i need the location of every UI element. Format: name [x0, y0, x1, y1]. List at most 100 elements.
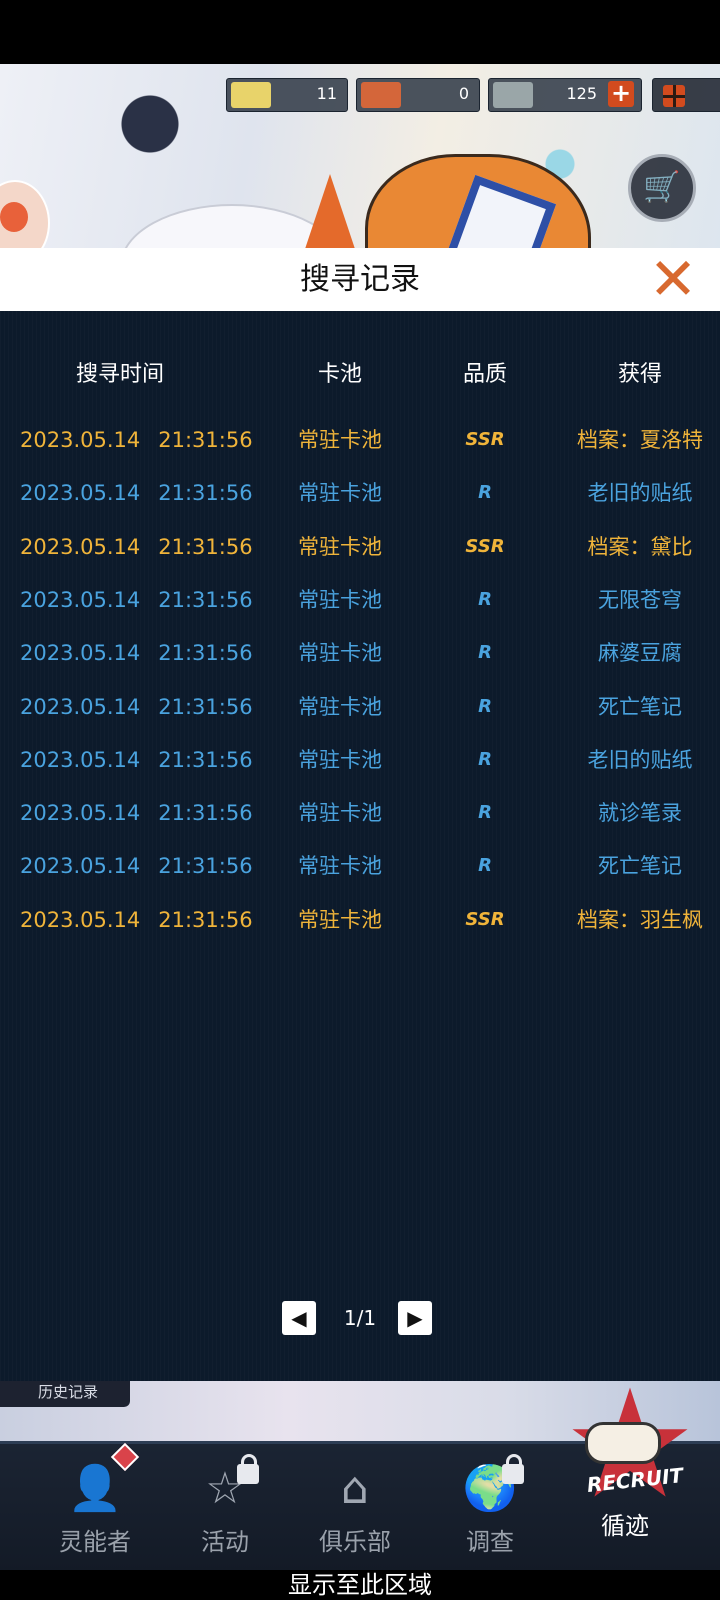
record-quality: R: [478, 749, 492, 770]
record-clock: 21:31:56: [158, 854, 253, 878]
record-quality: R: [478, 642, 492, 663]
record-time: 2023.05.14 21:31:56: [20, 473, 253, 513]
record-item: 档案：夏洛特: [577, 428, 703, 452]
record-quality: SSR: [465, 536, 505, 557]
table-row: 2023.05.14 21:31:56 常驻卡池 R 死亡笔记: [0, 687, 720, 727]
record-quality: R: [478, 482, 492, 503]
home-icon: ⌂: [341, 1463, 369, 1514]
dialog-title: 搜寻记录: [300, 262, 420, 297]
arrow-right-icon: ▶: [407, 1306, 423, 1330]
table-row: 2023.05.14 21:31:56 常驻卡池 SSR 档案：羽生枫: [0, 900, 720, 940]
close-button[interactable]: ✕: [645, 250, 701, 308]
record-clock: 21:31:56: [158, 428, 253, 452]
record-date: 2023.05.14: [20, 801, 141, 825]
table-row: 2023.05.14 21:31:56 常驻卡池 R 老旧的贴纸: [0, 740, 720, 780]
record-quality: R: [478, 855, 492, 876]
record-item: 老旧的贴纸: [587, 481, 693, 505]
traffic-cone-art: [300, 174, 360, 248]
table-row: 2023.05.14 21:31:56 常驻卡池 SSR 档案：黛比: [0, 527, 720, 567]
record-quality: R: [478, 696, 492, 717]
column-header-quality: 品质: [462, 362, 507, 387]
record-item: 档案：黛比: [587, 535, 693, 559]
nav-label: 循迹: [601, 1512, 649, 1540]
record-date: 2023.05.14: [20, 748, 141, 772]
record-clock: 21:31:56: [158, 908, 253, 932]
add-gems-button[interactable]: +: [608, 81, 634, 107]
record-pool: 常驻卡池: [298, 481, 382, 505]
record-clock: 21:31:56: [158, 481, 253, 505]
record-item: 无限苍穹: [598, 588, 682, 612]
next-page-button[interactable]: ▶: [398, 1301, 432, 1335]
close-icon: ✕: [648, 245, 698, 313]
nav-label: 活动: [201, 1528, 249, 1556]
lock-icon: [502, 1454, 524, 1484]
person-icon: 👤: [67, 1463, 123, 1514]
resource-coins[interactable]: 0: [356, 78, 480, 112]
column-header-obtained: 获得: [617, 362, 662, 387]
recruit-button[interactable]: ★ RECRUIT: [555, 1370, 705, 1520]
table-row: 2023.05.14 21:31:56 常驻卡池 R 无限苍穹: [0, 580, 720, 620]
coin-icon: [361, 82, 401, 108]
shop-cart-button[interactable]: 🛒: [628, 154, 696, 222]
record-clock: 21:31:56: [158, 801, 253, 825]
record-time: 2023.05.14 21:31:56: [20, 527, 253, 567]
record-time: 2023.05.14 21:31:56: [20, 420, 253, 460]
dialog-header: 搜寻记录 ✕: [0, 248, 720, 311]
character-hat: [365, 154, 591, 248]
column-header-pool: 卡池: [317, 362, 362, 387]
ticket-icon: [231, 82, 271, 108]
record-date: 2023.05.14: [20, 588, 141, 612]
page-indicator: 1/1: [343, 1306, 377, 1330]
record-quality: R: [478, 802, 492, 823]
nav-item-investigate[interactable]: 🌍 调查: [440, 1452, 540, 1562]
table-row: 2023.05.14 21:31:56 常驻卡池 R 死亡笔记: [0, 846, 720, 886]
nav-item-trace[interactable]: 循迹: [575, 1500, 675, 1550]
nav-label: 俱乐部: [319, 1528, 391, 1556]
record-date: 2023.05.14: [20, 695, 141, 719]
record-item: 就诊笔录: [598, 801, 682, 825]
record-date: 2023.05.14: [20, 854, 141, 878]
status-bar: [0, 0, 720, 64]
resource-tickets[interactable]: 11: [226, 78, 348, 112]
record-time: 2023.05.14 21:31:56: [20, 633, 253, 673]
handshake-icon: [585, 1422, 661, 1464]
record-date: 2023.05.14: [20, 908, 141, 932]
record-item: 档案：羽生枫: [577, 908, 703, 932]
record-time: 2023.05.14 21:31:56: [20, 900, 253, 940]
table-row: 2023.05.14 21:31:56 常驻卡池 R 就诊笔录: [0, 793, 720, 833]
record-pool: 常驻卡池: [298, 588, 382, 612]
record-pool: 常驻卡池: [298, 801, 382, 825]
record-time: 2023.05.14 21:31:56: [20, 687, 253, 727]
resource-value: 125: [566, 84, 597, 103]
record-pool: 常驻卡池: [298, 641, 382, 665]
record-date: 2023.05.14: [20, 481, 141, 505]
bottom-caption: 显示至此区域: [0, 1570, 720, 1600]
nav-label: 灵能者: [59, 1528, 131, 1556]
nav-item-club[interactable]: ⌂ 俱乐部: [305, 1452, 405, 1562]
history-tab[interactable]: 历史记录: [0, 1381, 130, 1407]
record-pool: 常驻卡池: [298, 535, 382, 559]
hat-logo: [445, 174, 557, 248]
nav-item-events[interactable]: ☆ 活动: [175, 1452, 275, 1562]
record-time: 2023.05.14 21:31:56: [20, 846, 253, 886]
record-quality: SSR: [465, 429, 505, 450]
nav-item-psychics[interactable]: 👤 灵能者: [45, 1452, 145, 1562]
record-item: 死亡笔记: [598, 854, 682, 878]
resource-value: 0: [458, 84, 469, 103]
table-row: 2023.05.14 21:31:56 常驻卡池 R 老旧的贴纸: [0, 473, 720, 513]
record-time: 2023.05.14 21:31:56: [20, 580, 253, 620]
record-pool: 常驻卡池: [298, 748, 382, 772]
record-clock: 21:31:56: [158, 695, 253, 719]
prev-page-button[interactable]: ◀: [282, 1301, 316, 1335]
record-time: 2023.05.14 21:31:56: [20, 793, 253, 833]
lock-icon: [237, 1454, 259, 1484]
record-item: 老旧的贴纸: [587, 748, 693, 772]
menu-button[interactable]: [652, 78, 720, 112]
resource-value: 11: [316, 84, 337, 103]
record-date: 2023.05.14: [20, 641, 141, 665]
record-clock: 21:31:56: [158, 588, 253, 612]
table-row: 2023.05.14 21:31:56 常驻卡池 SSR 档案：夏洛特: [0, 420, 720, 460]
record-clock: 21:31:56: [158, 535, 253, 559]
record-pool: 常驻卡池: [298, 908, 382, 932]
record-date: 2023.05.14: [20, 535, 141, 559]
